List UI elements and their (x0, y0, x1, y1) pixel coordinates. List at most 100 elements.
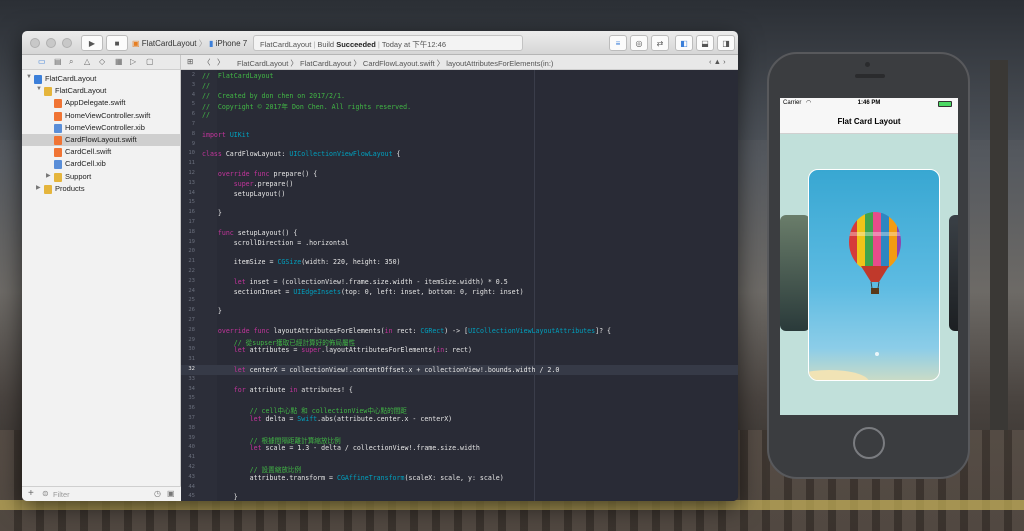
code-line[interactable]: 5// Copyright © 2017年 Don Chen. All righ… (181, 100, 738, 111)
test-icon[interactable]: ◇ (99, 57, 105, 66)
code-line[interactable]: 43 attribute.transform = CGAffineTransfo… (181, 473, 738, 483)
jump-path[interactable]: FlatCardLayout 〉 FlatCardLayout 〉 CardFl… (237, 58, 553, 69)
code-line[interactable]: 2 // FlatCardLayout (181, 71, 738, 81)
toggle-inspector-button[interactable]: ◨ (717, 35, 735, 51)
navigator-item[interactable]: CardCell.xib (22, 158, 180, 170)
code-line[interactable]: 8 import UIKit (181, 130, 738, 140)
navigator-item[interactable]: ▼ FlatCardLayout (22, 85, 180, 97)
navigator-item[interactable]: HomeViewController.xib (22, 122, 180, 134)
navigator-item[interactable]: CardFlowLayout.swift (22, 134, 180, 146)
run-button[interactable]: ▶ (81, 35, 103, 51)
filter-input[interactable]: Filter (53, 490, 70, 499)
code-line[interactable]: 33 (181, 375, 738, 385)
report-icon[interactable]: ▢ (146, 57, 154, 66)
code-line[interactable]: 26 } (181, 306, 738, 316)
minimize-button[interactable] (46, 38, 56, 48)
code-line[interactable]: 10 class CardFlowLayout: UICollectionView… (181, 149, 738, 159)
navigator-item[interactable]: ▶ Products (22, 183, 180, 195)
disclosure-triangle-icon[interactable]: ▶ (46, 172, 51, 179)
issue-nav-icon[interactable]: ‹ ▲ › (709, 57, 726, 66)
navigator-item[interactable]: ▼ FlatCardLayout (22, 73, 180, 85)
card-previous[interactable] (780, 215, 810, 331)
add-icon[interactable]: + (28, 488, 34, 499)
search-icon[interactable]: ⌕ (69, 57, 73, 67)
code-line[interactable]: 3 // (181, 81, 738, 91)
code-line[interactable]: 38 (181, 424, 738, 434)
standard-editor-button[interactable]: ≡ (609, 35, 627, 51)
toggle-debug-button[interactable]: ⬓ (696, 35, 714, 51)
warning-nav-icon[interactable]: △ (84, 57, 90, 66)
related-items-icon[interactable]: ⊞ (187, 57, 193, 66)
scm-filter-icon[interactable]: ▣ (167, 489, 175, 498)
navigator-item-label: CardCell.swift (65, 147, 112, 157)
navigator-item[interactable]: HomeViewController.swift (22, 110, 180, 122)
code-line[interactable]: 45 } (181, 492, 738, 501)
code-line[interactable]: 34 for attribute in attributes! { (181, 385, 738, 395)
code-line[interactable]: 24 sectionInset = UIEdgeInsets(top: 0, l… (181, 287, 738, 297)
code-line[interactable]: 28 override func layoutAttributesForElem… (181, 326, 738, 336)
navigator-item[interactable]: ▶ Support (22, 171, 180, 183)
jump-file[interactable]: CardFlowLayout.swift (363, 59, 435, 68)
code-line[interactable]: 23 let inset = (collectionView!.frame.si… (181, 277, 738, 287)
jump-symbol[interactable]: layoutAttributesForElements(in:) (446, 59, 553, 68)
code-line[interactable]: 22 (181, 267, 738, 277)
toggle-navigator-button[interactable]: ◧ (675, 35, 693, 51)
jump-project[interactable]: FlatCardLayout (237, 59, 288, 68)
code-line[interactable]: 41 (181, 453, 738, 463)
source-editor[interactable]: 2 // FlatCardLayout 3 // 4 // Created by don … (181, 70, 738, 501)
code-line[interactable]: 17 (181, 218, 738, 228)
code-line[interactable]: 14 setupLayout() (181, 189, 738, 199)
navigator-item[interactable]: CardCell.swift (22, 146, 180, 158)
code-line[interactable]: 29 // 從supser獲取已經計算好的佈局屬性 (181, 336, 738, 347)
forward-icon[interactable]: 〉 (217, 57, 225, 68)
code-line[interactable]: 21 itemSize = CGSize(width: 220, height:… (181, 257, 738, 267)
play-icon: ▶ (88, 38, 96, 48)
code-line[interactable]: 4 // Created by don chen on 2017/2/1. (181, 91, 738, 101)
scheme-selector[interactable]: ▣ FlatCardLayout 〉 ▮ iPhone 7 (132, 38, 247, 49)
code-line[interactable]: 32 let centerX = collectionView!.content… (181, 365, 738, 375)
code-line[interactable]: 19 scrollDirection = .horizontal (181, 238, 738, 248)
code-line[interactable]: 36 // cell中心點 和 collectionView中心點的間距 (181, 404, 738, 415)
code-line[interactable]: 39 // 根據間隔距離計算縮放比例 (181, 434, 738, 445)
simulator-screen[interactable]: Carrier ◠ 1:46 PM Flat Card Layout (780, 98, 958, 415)
navigator-item[interactable]: AppDelegate.swift (22, 97, 180, 109)
code-line[interactable]: 15 (181, 198, 738, 208)
recent-files-icon[interactable]: ◷ (154, 489, 161, 498)
card-current[interactable] (808, 169, 940, 381)
code-line[interactable]: 35 (181, 394, 738, 404)
code-line[interactable]: 12 override func prepare() { (181, 169, 738, 179)
code-line[interactable]: 20 (181, 247, 738, 257)
disclosure-triangle-icon[interactable]: ▼ (26, 74, 32, 80)
debug-icon[interactable]: ▦ (115, 57, 123, 66)
code-line[interactable]: 13 super.prepare() (181, 179, 738, 189)
code-line[interactable]: 18 func setupLayout() { (181, 228, 738, 238)
code-line[interactable]: 27 (181, 316, 738, 326)
disclosure-triangle-icon[interactable]: ▼ (36, 86, 42, 92)
code-line[interactable]: 37 let delta = Swift.abs(attribute.cente… (181, 414, 738, 424)
code-line[interactable]: 31 (181, 355, 738, 365)
disclosure-triangle-icon[interactable]: ▶ (36, 184, 41, 191)
code-line[interactable]: 30 let attributes = super.layoutAttribut… (181, 345, 738, 355)
code-line[interactable]: 40 let scale = 1.3 - delta / collectionV… (181, 443, 738, 453)
code-line[interactable]: 7 (181, 120, 738, 130)
code-line[interactable]: 42 // 設置縮放比例 (181, 463, 738, 474)
symbol-icon[interactable]: ▤ (54, 57, 62, 66)
back-icon[interactable]: 〈 (203, 57, 211, 68)
stop-button[interactable]: ■ (106, 35, 128, 51)
code-line[interactable]: 9 (181, 140, 738, 150)
zoom-button[interactable] (62, 38, 72, 48)
code-line[interactable]: 6 // (181, 110, 738, 120)
folder-icon[interactable]: ▭ (38, 57, 46, 66)
close-button[interactable] (30, 38, 40, 48)
jump-group[interactable]: FlatCardLayout (300, 59, 351, 68)
card-next[interactable] (949, 215, 958, 331)
code-text: let delta = Swift.abs(attribute.center.x… (249, 415, 453, 423)
code-line[interactable]: 44 (181, 483, 738, 493)
home-button[interactable] (853, 427, 885, 459)
code-line[interactable]: 25 (181, 296, 738, 306)
code-line[interactable]: 11 (181, 159, 738, 169)
breakpoint-icon[interactable]: ▷ (130, 57, 136, 66)
version-editor-button[interactable]: ⇄ (651, 35, 669, 51)
code-line[interactable]: 16 } (181, 208, 738, 218)
assistant-editor-button[interactable]: ◎ (630, 35, 648, 51)
